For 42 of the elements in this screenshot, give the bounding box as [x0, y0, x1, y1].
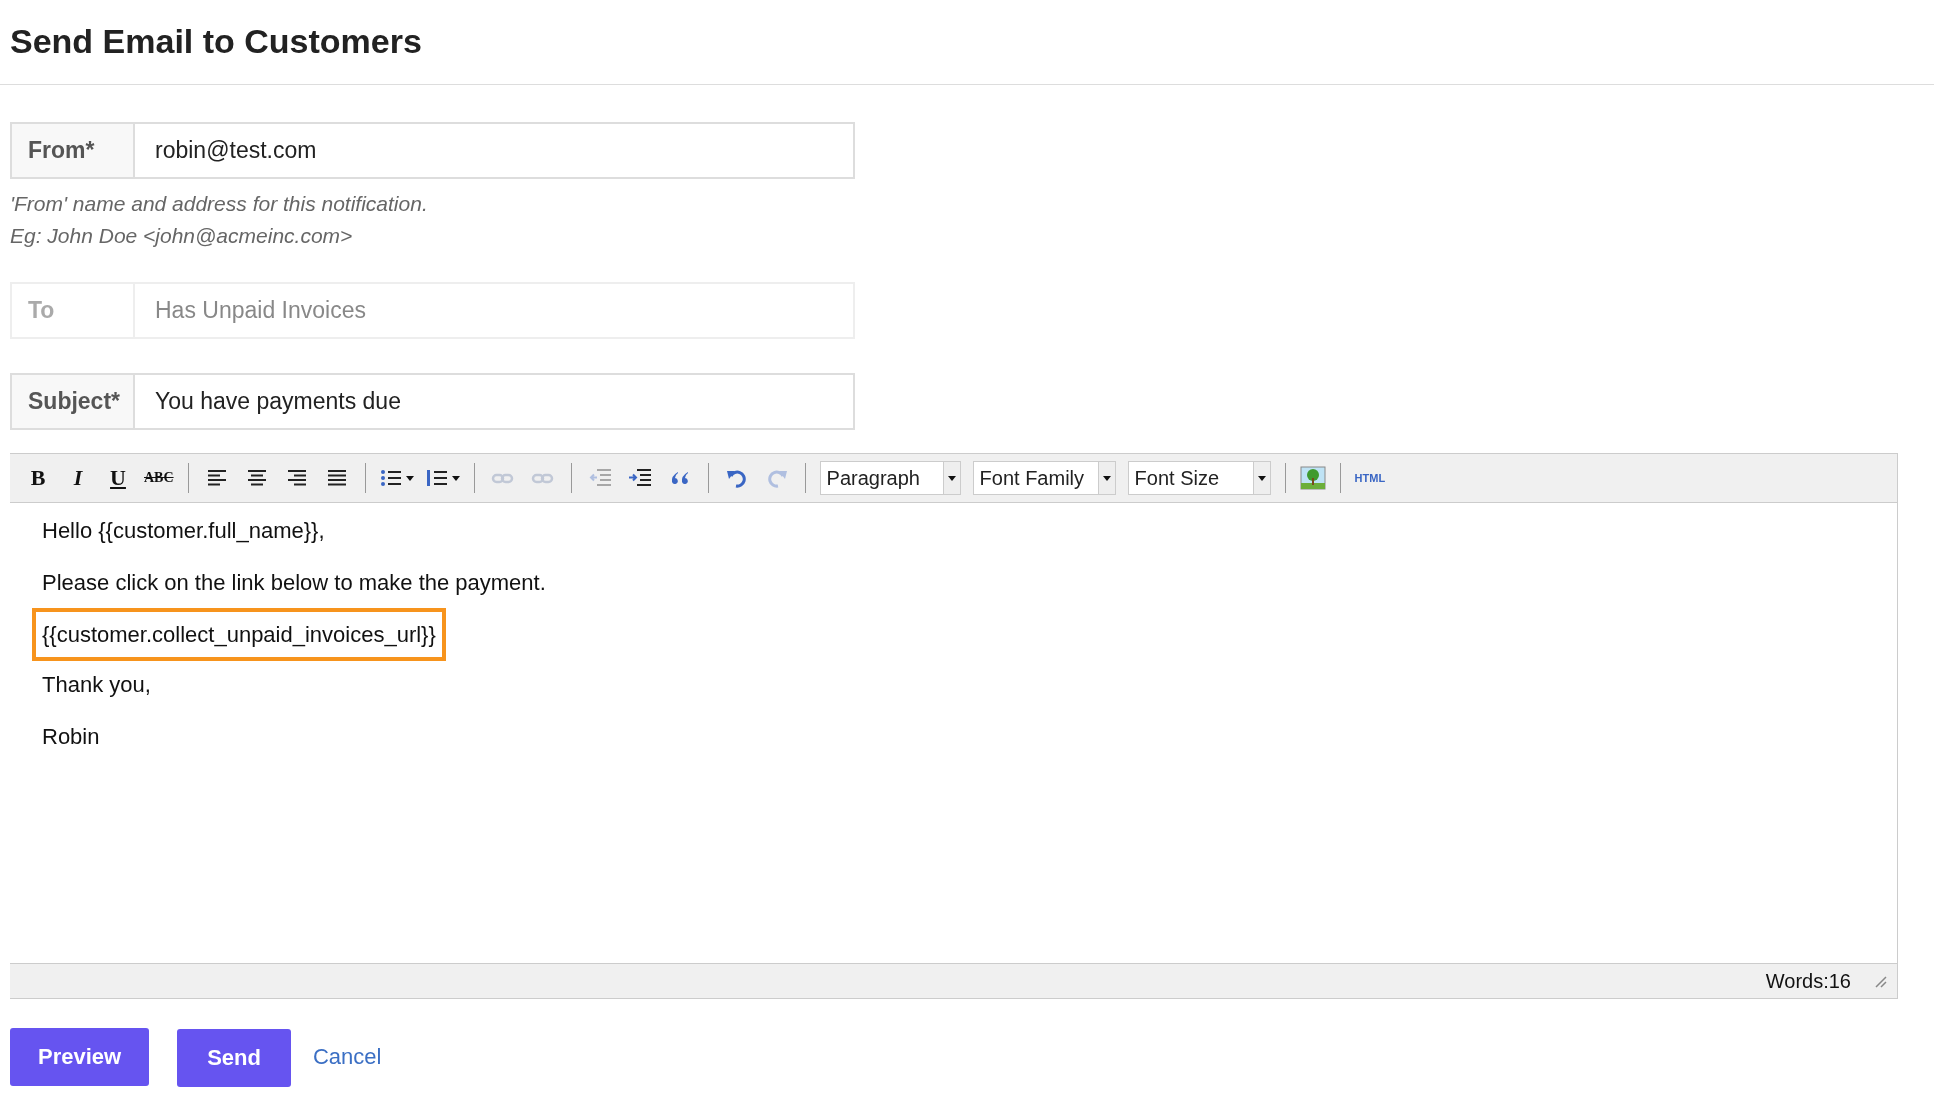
page-title: Send Email to Customers: [10, 21, 423, 60]
italic-button[interactable]: I: [64, 463, 92, 493]
strikethrough-button[interactable]: ABC: [144, 463, 174, 493]
highlighted-paragraph: {{customer.collect_unpaid_invoices_url}}: [32, 608, 446, 661]
redo-icon: [765, 468, 788, 488]
align-left-icon: [205, 469, 228, 487]
paragraph: Thank you,: [42, 671, 152, 698]
cancel-link[interactable]: Cancel: [312, 1044, 382, 1070]
word-count: Words:16: [1765, 969, 1851, 993]
underline-button[interactable]: U: [104, 463, 132, 493]
bullet-list-icon: [379, 469, 402, 487]
caret-icon: [947, 475, 956, 481]
align-center-icon: [245, 469, 268, 487]
paragraph: Please click on the link below to make the payment.: [42, 569, 547, 596]
help-text: 'From' name and address for this notification.: [10, 191, 429, 217]
align-right-icon: [285, 469, 308, 487]
caret-icon: [1102, 475, 1111, 481]
dropdown[interactable]: Paragraph: [819, 461, 961, 495]
field-label: To: [10, 282, 133, 339]
undo-icon: [725, 468, 748, 488]
paragraph: Robin: [42, 723, 101, 750]
dropdown[interactable]: Font Family: [972, 461, 1116, 495]
caret-icon: [405, 475, 414, 481]
field-label: Subject*: [10, 373, 133, 430]
align-justify-icon: [325, 469, 348, 487]
send-button[interactable]: Send: [177, 1029, 291, 1087]
preview-button[interactable]: Preview: [10, 1028, 150, 1086]
html-button[interactable]: HTML: [1354, 472, 1386, 484]
bold-button[interactable]: B: [24, 463, 52, 493]
field-label: From*: [10, 122, 133, 179]
help-text: Eg: John Doe <john@acmeinc.com>: [10, 223, 354, 249]
caret-icon: [1257, 475, 1266, 481]
text-field[interactable]: robin@test.com: [133, 122, 855, 179]
outdent-icon: [587, 468, 612, 488]
paragraph: Hello {{customer.full_name}},: [42, 517, 326, 544]
numbered-list-icon: [425, 469, 448, 487]
text-field[interactable]: You have payments due: [133, 373, 855, 430]
indent-icon: [627, 468, 652, 488]
resize-handle-icon[interactable]: [1873, 974, 1887, 988]
caret-icon: [451, 475, 460, 481]
image-icon[interactable]: [1299, 466, 1326, 490]
dropdown[interactable]: Font Size: [1127, 461, 1271, 495]
